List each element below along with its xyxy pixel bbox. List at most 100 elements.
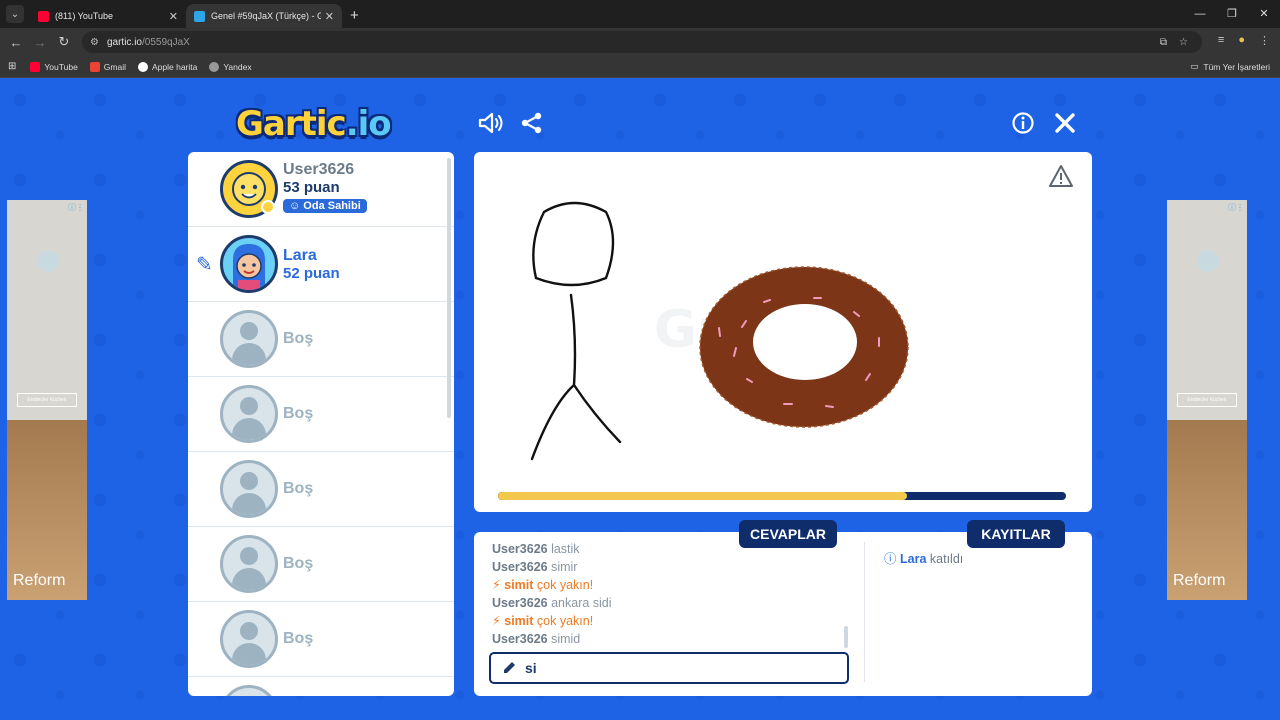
guess-field[interactable]: [489, 652, 849, 684]
bookmark-gmail[interactable]: Gmail: [89, 61, 126, 72]
player-name: User3626: [283, 161, 355, 178]
info-icon[interactable]: [1012, 112, 1034, 134]
players-scrollbar[interactable]: [447, 158, 451, 418]
empty-slot-label: Boş: [283, 480, 314, 497]
install-app-icon[interactable]: ⧉: [1160, 37, 1167, 48]
empty-slot-label: Boş: [283, 405, 314, 422]
player-score: 52 puan: [283, 265, 340, 282]
answer-row: User3626 simid: [492, 630, 852, 648]
empty-slot: Boş: [188, 302, 454, 377]
close-tab-icon[interactable]: ✕: [325, 10, 334, 23]
menu-icon[interactable]: ⋮: [1259, 34, 1270, 47]
new-tab-button[interactable]: +: [350, 7, 359, 24]
ad-info-icon[interactable]: ⓘ⋮: [68, 202, 84, 213]
empty-avatar-icon: [220, 685, 278, 696]
tab-title: (811) YouTube: [55, 11, 114, 21]
url-host: gartic.io: [106, 36, 142, 48]
drawing-canvas[interactable]: Gartic: [474, 152, 1092, 512]
youtube-icon: [38, 10, 49, 22]
bookmark-yandex[interactable]: Yandex: [209, 61, 252, 72]
game-page: Gartic.io ⓘ⋮ Entdecke Küchen Reform ⓘ⋮ E…: [0, 80, 1280, 720]
empty-avatar-icon: [220, 460, 278, 518]
youtube-icon: [30, 61, 41, 72]
answer-row: User3626 ankara sidi: [492, 594, 852, 612]
player-info: Lara 52 puan: [283, 247, 340, 282]
ad-banner-right[interactable]: ⓘ⋮ Entdecke Küchen Reform: [1167, 200, 1247, 600]
bookmark-star-icon[interactable]: ☆: [1179, 37, 1188, 48]
bookmark-apple-maps[interactable]: Apple harita: [138, 61, 197, 72]
site-info-icon[interactable]: ⚙: [90, 37, 99, 48]
ad-button[interactable]: Entdecke Küchen: [17, 393, 77, 407]
empty-slot: Boş: [188, 602, 454, 677]
ad-banner-left[interactable]: ⓘ⋮ Entdecke Küchen Reform: [7, 200, 87, 600]
bookmark-label: YouTube: [44, 61, 78, 72]
gartic-logo[interactable]: Gartic.io: [236, 104, 392, 144]
tab-answers[interactable]: CEVAPLAR: [739, 520, 837, 548]
empty-avatar-icon: [220, 610, 278, 668]
bookmark-label: Gmail: [103, 61, 126, 72]
close-window-icon[interactable]: ✕: [1248, 0, 1280, 28]
guess-input[interactable]: [525, 660, 825, 676]
tab-search-button[interactable]: ⌄: [6, 5, 24, 23]
pencil-icon: ✎: [196, 253, 213, 276]
stick-figure-head: [532, 201, 615, 287]
answer-text: simid: [547, 632, 581, 646]
back-icon[interactable]: ←: [4, 35, 28, 50]
bookmarks-bar: ⊞ YouTube Gmail Apple harita Yandex ▭ Tüm…: [0, 56, 1280, 78]
log-text: katıldı: [929, 552, 964, 566]
gmail-icon: [89, 61, 100, 72]
close-tab-icon[interactable]: ✕: [169, 10, 178, 23]
report-warning-icon[interactable]: [1048, 164, 1074, 188]
ad-image: [1197, 250, 1219, 272]
answer-user: User3626: [492, 596, 548, 610]
profile-icon[interactable]: ●: [1238, 34, 1245, 47]
empty-slot: Boş: [188, 527, 454, 602]
apps-icon[interactable]: ⊞: [8, 61, 16, 72]
url-path: /0559qJaX: [141, 36, 190, 48]
ad-info-icon[interactable]: ⓘ⋮: [1228, 202, 1244, 213]
forward-icon[interactable]: →: [28, 35, 52, 50]
answers-scrollbar[interactable]: [844, 626, 848, 648]
bookmark-youtube[interactable]: YouTube: [30, 61, 78, 72]
log-user: Lara: [900, 552, 927, 566]
close-guess-row: ⚡ simit çok yakın!: [492, 576, 852, 594]
sound-icon[interactable]: [478, 112, 504, 134]
media-icon[interactable]: ≡: [1218, 34, 1224, 47]
timer-fill: [498, 492, 907, 500]
tab-youtube[interactable]: (811) YouTube ✕: [30, 4, 186, 28]
browser-toolbar: ← → ↻ ⚙ gartic.io/0559qJaX ⧉ ☆ ≡ ● ⋮: [0, 28, 1280, 56]
player-row[interactable]: ✎ Lara 52 puan: [188, 227, 454, 302]
empty-slot: Boş: [188, 452, 454, 527]
answer-user: simit: [504, 578, 534, 592]
avatar-image: [233, 244, 265, 290]
ad-image: [37, 250, 59, 272]
close-icon[interactable]: [1054, 112, 1076, 134]
restore-icon[interactable]: ❐: [1216, 0, 1248, 28]
owner-badge-label: Oda Sahibi: [303, 200, 361, 212]
ad-button[interactable]: Entdecke Küchen: [1177, 393, 1237, 407]
info-icon: ⓘ: [884, 552, 897, 566]
all-bookmarks[interactable]: ▭ Tüm Yer İşaretleri: [1190, 61, 1270, 72]
tab-logs[interactable]: KAYITLAR: [967, 520, 1065, 548]
tab-strip: ⌄ (811) YouTube ✕ Genel #59qJaX (Türkçe)…: [0, 0, 1280, 28]
owner-dot: [261, 200, 275, 214]
lightning-icon: ⚡: [492, 578, 505, 592]
drawing: Gartic: [530, 201, 909, 461]
owner-badge: ☺ Oda Sahibi: [283, 199, 367, 213]
share-icon[interactable]: [521, 112, 543, 134]
answer-row: User3626 simir: [492, 558, 852, 576]
answers-panel: User3626 lastik User3626 simir ⚡ simit çok…: [474, 532, 1092, 696]
answer-text: çok yakın!: [533, 614, 594, 628]
player-score: 53 puan: [283, 179, 340, 196]
ad-label: Reform: [1173, 572, 1226, 589]
logo-text: Gartic: [236, 104, 347, 144]
player-row[interactable]: User3626 53 puan ☺ Oda Sahibi: [188, 152, 454, 227]
player-name: Lara: [283, 247, 317, 264]
tab-gartic[interactable]: Genel #59qJaX (Türkçe) - Gartic ✕: [186, 4, 342, 28]
address-bar[interactable]: ⚙ gartic.io/0559qJaX ⧉ ☆: [82, 31, 1202, 53]
minimize-icon[interactable]: —: [1184, 0, 1216, 28]
timer-bar: [498, 492, 1066, 500]
reload-icon[interactable]: ↻: [52, 34, 76, 50]
answer-user: simit: [504, 614, 534, 628]
answer-user: User3626: [492, 632, 548, 646]
